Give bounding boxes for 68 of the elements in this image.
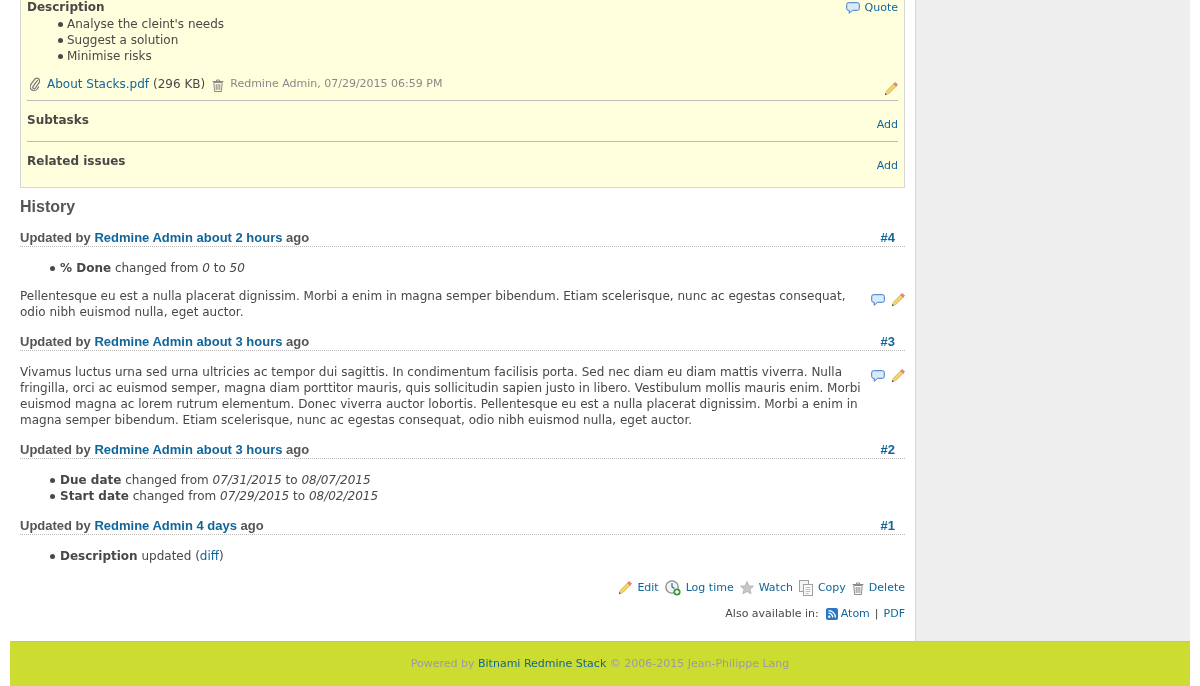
- bullet-icon: [58, 21, 63, 27]
- speech-bubble-icon[interactable]: [871, 370, 885, 382]
- separator-text: |: [874, 606, 879, 622]
- journal-notes: Vivamus luctus urna sed urna ultricies ac tempor dui sagittis. In condimentum facilisis porta. Sed nec diam eu diam mattis viverra. Nulla fringilla, orci ac euismod semper, magna diam porttitor mauris, quis sollicitudin sapien justo in libero. Vestibulum mollis mauris enim. Morbi euismod magna ac lorem rutrum elementum. Donec viverra auctor lobortis. Pellentesque eu est a nulla placerat dignissim. Morbi a enim in magna semper bibendum. Etiam scelerisque, nunc ac egestas consequat, odio nibh euismod nulla, eget auctor.: [20, 364, 862, 428]
- file-size: (296 KB): [153, 76, 206, 92]
- list-item-text: Minimise risks: [67, 48, 152, 64]
- bullet-icon: [50, 477, 55, 483]
- pencil-icon: [618, 581, 633, 595]
- star-icon: [739, 581, 754, 595]
- attachment-author-date: Redmine Admin, 07/29/2015 06:59 PM: [230, 76, 443, 92]
- section-title: Related issues: [27, 154, 126, 169]
- change-detail: % Done changed from 0 to 50: [60, 260, 245, 276]
- journal-header: Updated by Redmine Admin about 3 hours ago: [20, 442, 310, 457]
- journal-notes: Pellentesque eu est a nulla placerat dignissim. Morbi a enim in magna semper bibendum. Etiam scelerisque, nunc ac egestas consequat, odio nibh euismod nulla, eget auctor.: [20, 288, 847, 320]
- formats-label: Also available in:: [725, 606, 819, 622]
- log-time-link[interactable]: Log time: [664, 580, 734, 596]
- clock-with-plus-icon: [664, 580, 681, 596]
- bullet-icon: [50, 553, 55, 559]
- attachment-link[interactable]: About Stacks.pdf: [47, 76, 150, 92]
- pencil-icon[interactable]: [891, 293, 905, 307]
- paperclip-icon: [30, 77, 40, 91]
- time-link[interactable]: about 3 hours: [196, 334, 283, 349]
- author-link[interactable]: Redmine Admin: [94, 334, 193, 349]
- description-label: Description: [27, 0, 105, 15]
- quote-link[interactable]: Quote: [845, 0, 898, 15]
- speech-bubble-icon: [845, 1, 860, 14]
- add-link[interactable]: Add: [876, 159, 898, 173]
- pencil-icon[interactable]: [884, 82, 898, 96]
- speech-bubble-icon[interactable]: [871, 294, 885, 306]
- journal-number-link[interactable]: #3: [880, 334, 895, 349]
- journal-header: Updated by Redmine Admin about 3 hours ago: [20, 334, 310, 349]
- change-detail: Description updated (diff): [60, 548, 224, 564]
- trash-icon: [851, 581, 864, 595]
- list-item-text: Analyse the cleint's needs: [67, 16, 225, 32]
- bullet-icon: [50, 265, 55, 271]
- copy-link[interactable]: Copy: [798, 580, 846, 596]
- history-heading: History: [20, 198, 77, 216]
- delete-link[interactable]: Delete: [851, 580, 905, 596]
- bullet-icon: [58, 37, 63, 43]
- author-link[interactable]: Redmine Admin: [94, 442, 193, 457]
- pencil-icon[interactable]: [891, 369, 905, 383]
- section-title: Subtasks: [27, 113, 89, 128]
- add-link[interactable]: Add: [876, 118, 898, 132]
- author-link[interactable]: Redmine Admin: [94, 230, 193, 245]
- journal-number-link[interactable]: #4: [880, 230, 895, 245]
- time-link[interactable]: about 2 hours: [196, 230, 283, 245]
- pages-icon: [798, 580, 813, 596]
- edit-link[interactable]: Edit: [618, 580, 659, 596]
- trash-icon[interactable]: [212, 79, 225, 92]
- bullet-icon: [50, 493, 55, 499]
- diff-link[interactable]: diff: [199, 549, 220, 563]
- journal-header: Updated by Redmine Admin 4 days ago: [20, 518, 264, 533]
- time-link[interactable]: 4 days: [196, 518, 237, 533]
- bitnami-link[interactable]: Bitnami Redmine Stack: [478, 656, 607, 670]
- time-link[interactable]: about 3 hours: [196, 442, 283, 457]
- atom-link[interactable]: Atom: [825, 606, 870, 622]
- footer-text: Powered by Bitnami Redmine Stack © 2006-2015 Jean-Philippe Lang: [410, 655, 790, 672]
- change-detail: Start date changed from 07/29/2015 to 08/02/2015: [60, 488, 379, 504]
- pdf-link[interactable]: PDF: [883, 606, 905, 622]
- author-link[interactable]: Redmine Admin: [94, 518, 193, 533]
- list-item-text: Suggest a solution: [67, 32, 179, 48]
- rss-icon: [825, 608, 838, 620]
- journal-number-link[interactable]: #2: [880, 442, 895, 457]
- journal-header: Updated by Redmine Admin about 2 hours ago: [20, 230, 310, 245]
- change-detail: Due date changed from 07/31/2015 to 08/07/2015: [60, 472, 371, 488]
- journal-number-link[interactable]: #1: [880, 518, 895, 533]
- bullet-icon: [58, 53, 63, 59]
- watch-link[interactable]: Watch: [739, 580, 793, 596]
